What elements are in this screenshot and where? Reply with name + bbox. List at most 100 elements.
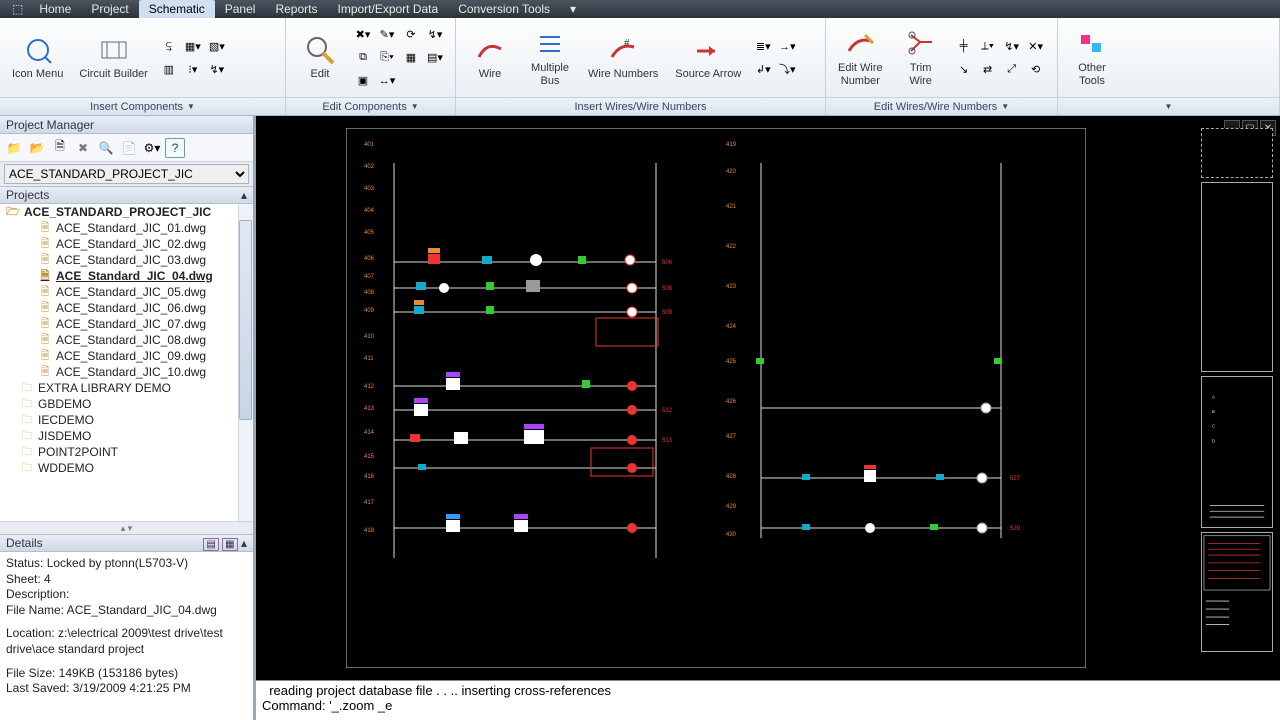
pm-search-icon[interactable]: 🔍 (96, 138, 116, 158)
pm-tool7-icon[interactable]: ⚙▾ (142, 138, 162, 158)
wire-small-3[interactable]: ↲▾ (752, 58, 774, 80)
menu-home[interactable]: Home (29, 0, 81, 18)
edit-small-9[interactable]: ▣ (352, 70, 374, 92)
pm-tool4-icon[interactable]: ✖ (73, 138, 93, 158)
tree-item[interactable]: 🗎ACE_Standard_JIC_03.dwg (0, 252, 253, 268)
tree-item[interactable]: 🗎ACE_Standard_JIC_01.dwg (0, 220, 253, 236)
detail-description: Description: (6, 587, 247, 603)
edit-small-7[interactable]: ▦ (400, 47, 422, 69)
editwire-small-2[interactable]: ⟂▾ (977, 35, 999, 57)
splitter[interactable]: ▴ ▾ (0, 522, 253, 534)
thumbnail-sheet-area[interactable] (1201, 182, 1273, 372)
pm-new-project-icon[interactable]: 📁 (4, 138, 24, 158)
tree-item[interactable]: 🗀WDDEMO (0, 460, 253, 476)
circuit-builder-button[interactable]: Circuit Builder (73, 32, 153, 82)
insert-comp-small-1[interactable]: ⥹ (158, 35, 180, 57)
tree-item[interactable]: 🗎ACE_Standard_JIC_05.dwg (0, 284, 253, 300)
svg-text:429: 429 (726, 504, 737, 510)
insert-comp-small-6[interactable]: ↯▾ (206, 58, 228, 80)
schematic-drawing[interactable]: 401402403 404405406 407408409 410411412 … (346, 128, 1086, 668)
tree-item[interactable]: 🗀EXTRA LIBRARY DEMO (0, 380, 253, 396)
detail-lastsaved: Last Saved: 3/19/2009 4:21:25 PM (6, 681, 247, 697)
pm-details-header[interactable]: Details ▤ ▦ ▴ (0, 534, 253, 552)
wire-button[interactable]: Wire (462, 32, 518, 82)
editwire-small-1[interactable]: ╪ (953, 35, 975, 57)
drawing-canvas[interactable]: — ▢ ✕ 401402403 404405406 407408409 4104… (256, 116, 1280, 720)
tree-item[interactable]: 🗎ACE_Standard_JIC_02.dwg (0, 236, 253, 252)
app-menu-icon[interactable]: ⬚ (12, 2, 23, 16)
editwire-small-4[interactable]: ✕▾ (1025, 35, 1047, 57)
edit-wire-number-button[interactable]: Edit Wire Number (832, 26, 889, 88)
details-view1-icon[interactable]: ▤ (203, 538, 218, 551)
collapse-icon[interactable]: ▴ (241, 536, 247, 550)
edit-small-5[interactable]: ⧉ (352, 47, 374, 69)
menu-reports[interactable]: Reports (265, 0, 327, 18)
pm-project-select[interactable]: ACE_STANDARD_PROJECT_JIC (4, 164, 249, 184)
details-view2-icon[interactable]: ▦ (222, 538, 237, 551)
edit-small-8[interactable]: ▤▾ (424, 47, 446, 69)
pm-help-icon[interactable]: ? (165, 138, 185, 158)
wire-small-4[interactable]: ⤵▾ (776, 58, 798, 80)
insert-comp-small-5[interactable]: ⁝▾ (182, 58, 204, 80)
tree-item[interactable]: 🗎ACE_Standard_JIC_09.dwg (0, 348, 253, 364)
editwire-small-7[interactable]: ⤢ (1001, 58, 1023, 80)
other-tools-button[interactable]: Other Tools (1064, 26, 1120, 88)
edit-small-6[interactable]: ⎘▾ (376, 47, 398, 69)
edit-small-10[interactable]: ↔▾ (376, 70, 398, 92)
command-line[interactable]: reading project database file . . .. ins… (256, 680, 1280, 720)
wire-small-2[interactable]: →▾ (776, 35, 798, 57)
pm-projects-header[interactable]: Projects▴ (0, 186, 253, 204)
edit-small-2[interactable]: ✎▾ (376, 24, 398, 46)
edit-small-4[interactable]: ↯▾ (424, 24, 446, 46)
insert-comp-small-2[interactable]: ▦▾ (182, 35, 204, 57)
wire-small-1[interactable]: ≣▾ (752, 35, 774, 57)
tree-item[interactable]: 🗎ACE_Standard_JIC_10.dwg (0, 364, 253, 380)
thumbnail-overview[interactable]: ▬▬▬▬▬▬▬▬▬▬▬▬▬▬▬▬ ▬▬▬▬▬▬▬▬▬▬▬▬▬▬▬▬ (1201, 532, 1273, 652)
ribbon-group-edit-components[interactable]: Edit Components▼ (286, 97, 455, 115)
tree-item[interactable]: 🗎ACE_Standard_JIC_04.dwg (0, 268, 253, 284)
svg-text:402: 402 (364, 164, 375, 170)
insert-comp-small-4[interactable]: ▥ (158, 58, 180, 80)
ribbon-group-edit-wires[interactable]: Edit Wires/Wire Numbers▼ (826, 97, 1057, 115)
wire-numbers-button[interactable]: # Wire Numbers (582, 32, 664, 82)
tree-item[interactable]: 🗀GBDEMO (0, 396, 253, 412)
edit-small-1[interactable]: ✖▾ (352, 24, 374, 46)
menu-more-icon[interactable]: ▾ (560, 0, 586, 18)
pm-tree[interactable]: 🗁ACE_STANDARD_PROJECT_JIC🗎ACE_Standard_J… (0, 204, 253, 522)
tree-item[interactable]: 🗎ACE_Standard_JIC_06.dwg (0, 300, 253, 316)
editwire-small-8[interactable]: ⟲ (1025, 58, 1047, 80)
tree-item[interactable]: 🗀IECDEMO (0, 412, 253, 428)
svg-text:423: 423 (726, 284, 737, 290)
multiple-bus-button[interactable]: Multiple Bus (522, 26, 578, 88)
editwire-small-6[interactable]: ⇄ (977, 58, 999, 80)
tree-item[interactable]: 🗀JISDEMO (0, 428, 253, 444)
menu-schematic[interactable]: Schematic (139, 0, 215, 18)
pm-open-icon[interactable]: 📂 (27, 138, 47, 158)
tree-item[interactable]: 🗁ACE_STANDARD_PROJECT_JIC (0, 204, 253, 220)
tree-item[interactable]: 🗎ACE_Standard_JIC_07.dwg (0, 316, 253, 332)
collapse-icon[interactable]: ▴ (241, 188, 247, 202)
ribbon-group-insert-components[interactable]: Insert Components▼ (0, 97, 285, 115)
insert-comp-small-3[interactable]: ▧▾ (206, 35, 228, 57)
editwire-small-3[interactable]: ↯▾ (1001, 35, 1023, 57)
pm-refresh-icon[interactable]: 🗎 (50, 138, 70, 158)
dwg-icon: 🗎 (38, 269, 52, 283)
svg-text:B: B (1212, 409, 1215, 415)
tree-item[interactable]: 🗀POINT2POINT (0, 444, 253, 460)
menu-import-export[interactable]: Import/Export Data (327, 0, 448, 18)
thumbnail-titleblock-top[interactable] (1201, 128, 1273, 178)
ribbon-group-other[interactable]: ▼ (1058, 97, 1279, 115)
pm-tool6-icon[interactable]: 📄 (119, 138, 139, 158)
source-arrow-button[interactable]: Source Arrow (668, 32, 748, 82)
menu-project[interactable]: Project (81, 0, 138, 18)
tree-scrollbar[interactable] (238, 204, 253, 521)
edit-button[interactable]: Edit (292, 32, 348, 82)
edit-small-3[interactable]: ⟳ (400, 24, 422, 46)
editwire-small-5[interactable]: ↘ (953, 58, 975, 80)
icon-menu-button[interactable]: Icon Menu (6, 32, 69, 82)
menu-panel[interactable]: Panel (215, 0, 266, 18)
tree-item[interactable]: 🗎ACE_Standard_JIC_08.dwg (0, 332, 253, 348)
thumbnail-revision[interactable]: ABCD (1201, 376, 1273, 528)
trim-wire-button[interactable]: Trim Wire (893, 26, 949, 88)
menu-conversion[interactable]: Conversion Tools (448, 0, 560, 18)
